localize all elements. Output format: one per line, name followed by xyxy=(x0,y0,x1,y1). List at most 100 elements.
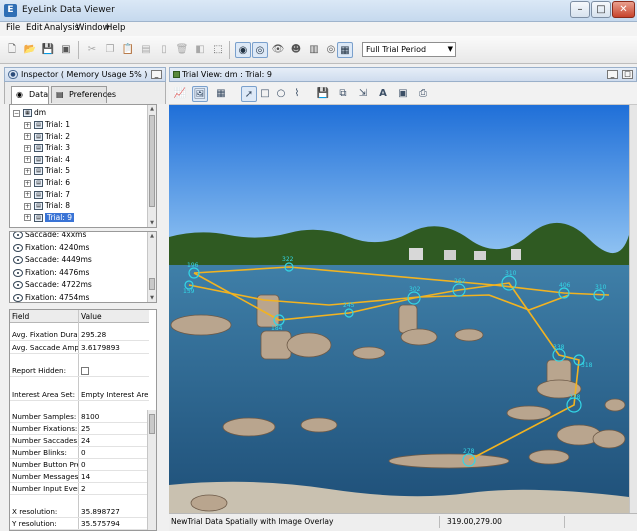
scroll-thumb[interactable] xyxy=(149,278,155,290)
tree-trial-item[interactable]: + ▤ Trial: 4 xyxy=(24,154,70,166)
minimize-button[interactable]: – xyxy=(570,1,590,18)
event-list[interactable]: Saccade: 4xxms Fixation: 4240ms Saccade: 4… xyxy=(9,231,157,303)
menu-window[interactable]: Window xyxy=(76,23,110,33)
tree-trial-item[interactable]: + ▤ Trial: 1 xyxy=(24,119,70,131)
save-all-icon[interactable]: ▣ xyxy=(58,42,74,58)
tree-trial-item[interactable]: + ▤ Trial: 6 xyxy=(24,177,70,189)
clipboard-icon[interactable]: ▤ xyxy=(138,42,154,58)
tree-trial-item[interactable]: + ▤ Trial: 2 xyxy=(24,131,70,143)
saccade-view-icon[interactable]: ◎ xyxy=(252,42,268,58)
fixation-duration-label: 406 xyxy=(559,282,571,289)
expand-icon[interactable]: + xyxy=(24,191,31,199)
copy-icon[interactable]: ❐ xyxy=(102,42,118,58)
eye-icon xyxy=(13,268,23,277)
scroll-up-icon[interactable]: ▲ xyxy=(148,232,156,240)
eye-icon xyxy=(13,232,23,239)
menu-help[interactable]: Help xyxy=(106,23,125,33)
rectangle-icon[interactable]: □ xyxy=(257,86,273,102)
event-list-item[interactable]: Fixation: 4240ms xyxy=(13,241,89,254)
expand-icon[interactable]: + xyxy=(24,167,31,175)
expand-icon[interactable]: + xyxy=(24,121,31,129)
scroll-down-icon[interactable]: ▼ xyxy=(148,294,156,302)
tab-data[interactable]: ◉ Data xyxy=(11,86,49,104)
film-icon[interactable]: ▦ xyxy=(213,86,229,102)
event-list-item[interactable]: Fixation: 4476ms xyxy=(13,266,89,279)
paste-icon[interactable]: 📋 xyxy=(120,42,136,58)
collapse-icon[interactable]: − xyxy=(13,109,20,117)
eye-icon: ◉ xyxy=(16,90,23,99)
view-scrollbar[interactable] xyxy=(629,105,637,513)
minimize-view-button[interactable]: _ xyxy=(607,70,618,79)
tree-scrollbar[interactable]: ▲ ▼ xyxy=(147,105,156,227)
event-list-item[interactable]: Saccade: 4722ms xyxy=(13,278,92,291)
tree-trial-item[interactable]: + ▤ Trial: 8 xyxy=(24,200,70,212)
building xyxy=(474,251,486,260)
export-icon[interactable]: ⇲ xyxy=(355,86,371,102)
scroll-thumb[interactable] xyxy=(149,414,155,434)
tree-trial-label: Trial: 6 xyxy=(45,178,71,187)
expand-icon[interactable]: + xyxy=(24,202,31,210)
menu-file[interactable]: File xyxy=(6,23,20,33)
scroll-up-icon[interactable]: ▲ xyxy=(148,105,156,113)
scroll-thumb[interactable] xyxy=(149,115,155,207)
eye-icon[interactable]: 👁 xyxy=(270,42,286,58)
property-value: 3.6179893 xyxy=(81,343,120,352)
tree-trial-item[interactable]: + ▤ Trial: 9 xyxy=(24,212,75,224)
chart-icon[interactable]: 📈 xyxy=(172,86,188,102)
group-icon[interactable]: ☻ xyxy=(288,42,304,58)
property-field: Number Input Even... xyxy=(12,484,78,493)
chevron-down-icon: ▼ xyxy=(447,45,453,53)
open-icon[interactable]: 📂 xyxy=(22,42,38,58)
maximize-button[interactable]: □ xyxy=(591,1,611,18)
expand-icon[interactable]: + xyxy=(24,144,31,152)
event-list-item[interactable]: Saccade: 4449ms xyxy=(13,253,92,266)
image-icon[interactable]: 🖼 xyxy=(192,86,208,102)
new-icon[interactable]: 🗋 xyxy=(4,42,20,58)
expand-icon[interactable]: + xyxy=(24,179,31,187)
image-export-icon[interactable]: ▣ xyxy=(395,86,411,102)
layout-icon[interactable]: ▦ xyxy=(337,42,353,58)
trial-image-canvas[interactable]: 196 159 322 184 245 302 262 310 406 310 338 318 278 2… xyxy=(169,105,629,513)
minimize-panel-button[interactable]: _ xyxy=(151,70,162,79)
expand-icon[interactable]: + xyxy=(24,156,31,164)
trash-icon[interactable]: 🗑 xyxy=(174,42,190,58)
save-copy-icon[interactable]: ⧉ xyxy=(335,86,351,102)
title-bar: E EyeLink Data Viewer – □ ✕ xyxy=(0,0,637,22)
pointer-icon[interactable]: ➚ xyxy=(241,86,257,102)
scissors-icon[interactable]: ✂ xyxy=(84,42,100,58)
print-icon[interactable]: ⎙ xyxy=(415,86,431,102)
trial-tree[interactable]: − ▦ dm + ▤ Trial: 1 + ▤ Trial: 2 + ▤ Trial: 3 + ▤ Tri… xyxy=(9,104,157,228)
tree-root[interactable]: − ▦ dm xyxy=(13,107,46,119)
property-field: Avg. Fixation Dura... xyxy=(12,330,78,339)
inspector-tabs: ◉ Data ▤ Preferences xyxy=(4,82,166,104)
report-icon[interactable]: ▥ xyxy=(306,42,322,58)
event-scrollbar[interactable]: ▲ ▼ xyxy=(147,232,156,302)
property-field: Number Samples: xyxy=(12,412,77,421)
fixation-view-icon[interactable]: ◉ xyxy=(235,42,251,58)
freehand-icon[interactable]: ⌇ xyxy=(289,86,305,102)
expand-icon[interactable]: + xyxy=(24,133,31,141)
scroll-down-icon[interactable]: ▼ xyxy=(148,219,156,227)
font-icon[interactable]: A xyxy=(375,86,391,102)
cut-icon[interactable]: ◧ xyxy=(192,42,208,58)
select-icon[interactable]: ⬚ xyxy=(210,42,226,58)
document-icon[interactable]: ▯ xyxy=(156,42,172,58)
maximize-view-button[interactable]: □ xyxy=(622,70,633,79)
tree-trial-item[interactable]: + ▤ Trial: 5 xyxy=(24,165,70,177)
expand-icon[interactable]: + xyxy=(24,214,31,222)
tree-trial-item[interactable]: + ▤ Trial: 3 xyxy=(24,142,70,154)
save-icon[interactable]: 💾 xyxy=(315,86,331,102)
menu-analysis[interactable]: Analysis xyxy=(44,23,79,33)
event-list-item[interactable]: Fixation: 4754ms xyxy=(13,291,89,302)
ellipse-icon[interactable]: ○ xyxy=(273,86,289,102)
event-list-item[interactable]: Saccade: 4xxms xyxy=(13,232,86,241)
trial-period-select[interactable]: Full Trial Period ▼ xyxy=(362,42,456,57)
tree-trial-item[interactable]: + ▤ Trial: 7 xyxy=(24,189,70,201)
save-icon[interactable]: 💾 xyxy=(40,42,56,58)
menu-edit[interactable]: Edit xyxy=(26,23,42,33)
properties-scrollbar[interactable] xyxy=(147,410,156,530)
close-button[interactable]: ✕ xyxy=(612,1,635,18)
report-hidden-checkbox[interactable] xyxy=(81,367,89,375)
trial-view-toolbar: 📈 🖼 ▦ ➚ □ ○ ⌇ 💾 ⧉ ⇲ A ▣ ⎙ xyxy=(169,83,637,105)
tab-preferences[interactable]: ▤ Preferences xyxy=(51,86,116,103)
